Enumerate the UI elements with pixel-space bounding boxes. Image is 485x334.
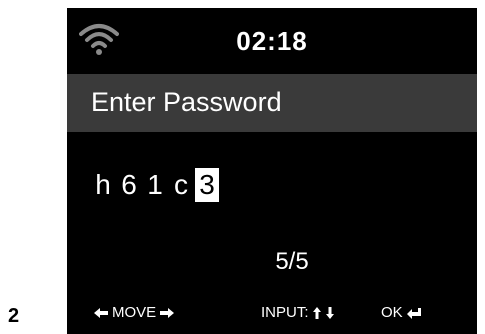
ok-label: OK: [381, 304, 403, 321]
title-bar: Enter Password: [67, 74, 477, 132]
arrow-right-icon: [160, 307, 175, 318]
status-bar: 02:18: [67, 8, 477, 74]
ok-hint: OK: [381, 304, 422, 321]
page-number: 2: [8, 305, 20, 327]
enter-icon: [406, 307, 421, 319]
password-char: c: [174, 169, 188, 200]
password-field[interactable]: h 6 1 c 3: [91, 168, 221, 202]
move-label: MOVE: [112, 304, 157, 321]
character-counter: 5/5: [275, 248, 309, 275]
clock: 02:18: [236, 26, 308, 56]
password-char: 6: [121, 169, 137, 200]
arrow-down-icon: [325, 306, 334, 319]
arrow-up-icon: [312, 306, 321, 319]
footer-hints: MOVE INPUT: OK: [67, 304, 477, 326]
move-hint: MOVE: [93, 304, 175, 321]
screen-title: Enter Password: [91, 87, 282, 117]
device-screen: 02:18 Enter Password h 6 1 c 3 5/5 MOVE …: [67, 8, 477, 334]
arrow-left-icon: [94, 307, 108, 318]
password-char: h: [95, 169, 111, 200]
password-char: 1: [147, 169, 163, 200]
input-label: INPUT:: [261, 304, 309, 321]
input-hint: INPUT:: [261, 304, 335, 321]
password-cursor-char[interactable]: 3: [195, 168, 219, 202]
